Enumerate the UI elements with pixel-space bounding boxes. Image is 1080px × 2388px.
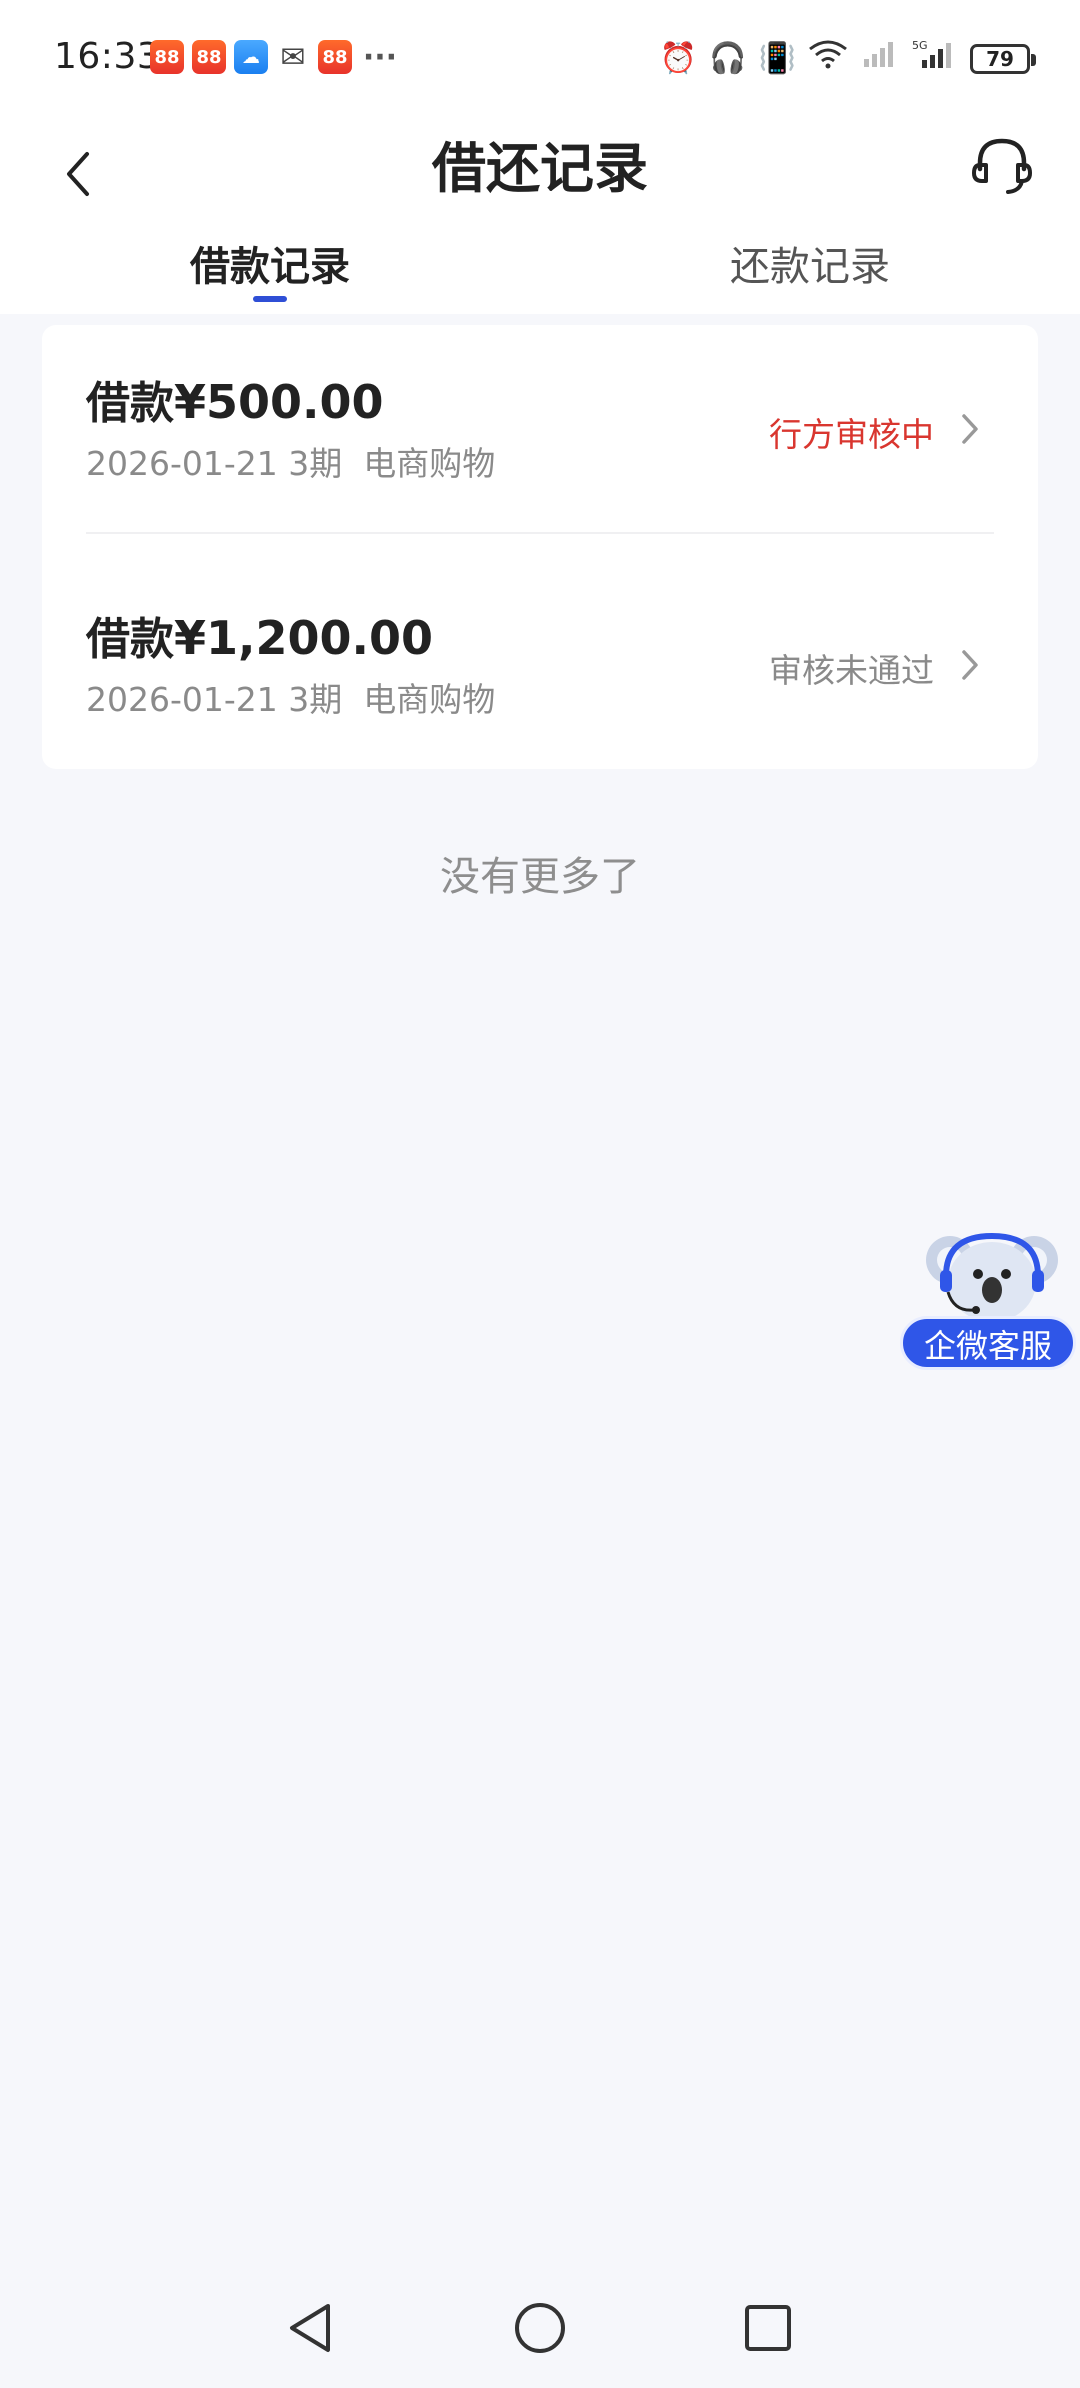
floating-service-button[interactable]: 企微客服 [898, 1220, 1080, 1370]
record-amount: 借款¥1,200.00 [86, 603, 433, 667]
nav-recents-button[interactable] [728, 2288, 808, 2368]
nav-home-button[interactable] [500, 2288, 580, 2368]
list-item[interactable]: 借款¥1,200.00 2026-01-21 3期 电商购物 审核未通过 [42, 561, 1038, 783]
tab-repay-records[interactable]: 还款记录 [660, 234, 960, 292]
notification-icons: 88 88 ☁ ✉ 88 ··· [150, 39, 400, 75]
list-end-text: 没有更多了 [440, 854, 640, 900]
status-badge: 审核未通过 [769, 651, 934, 690]
status-badge: 行方审核中 [769, 415, 934, 454]
record-amount-value: ¥1,200.00 [174, 611, 433, 665]
record-amount-value: ¥500.00 [174, 375, 384, 429]
app-88-icon: 88 [318, 40, 352, 74]
weather-icon: ☁ [234, 40, 268, 74]
wifi-icon [808, 39, 848, 78]
signal-5g-icon: 5G [912, 38, 958, 79]
circle-home-icon [515, 2303, 565, 2353]
svg-text:5G: 5G [912, 39, 928, 52]
headphones-icon: 🎧 [709, 40, 747, 76]
battery-icon: 79 [970, 43, 1036, 74]
chevron-right-icon [952, 407, 988, 451]
triangle-back-icon [290, 2304, 330, 2352]
system-icons: ⏰ 🎧 📳 5G 79 [659, 38, 1036, 79]
status-time: 16:33 [54, 36, 161, 77]
vibrate-icon: 📳 [758, 40, 796, 76]
divider [86, 532, 994, 534]
record-amount: 借款¥500.00 [86, 367, 384, 431]
record-title-prefix: 借款 [86, 614, 174, 665]
page-title: 借还记录 [432, 137, 648, 200]
app-88-icon: 88 [192, 40, 226, 74]
status-bar: 16:33 88 88 ☁ ✉ 88 ··· ⏰ 🎧 📳 5G 79 [0, 0, 1080, 118]
record-tabs: 借款记录 还款记录 [0, 228, 1080, 314]
header: 借还记录 借款记录 还款记录 [0, 118, 1080, 314]
signal-icon [860, 39, 900, 78]
nav-back-button[interactable] [270, 2288, 350, 2368]
record-title-prefix: 借款 [86, 378, 174, 429]
more-notifications-icon: ··· [362, 39, 398, 75]
app-88-icon: 88 [150, 40, 184, 74]
headset-icon [972, 138, 1032, 194]
system-nav-bar [0, 2268, 1080, 2388]
tab-indicator [253, 296, 287, 302]
record-meta: 2026-01-21 3期 电商购物 [86, 680, 496, 719]
square-recents-icon [745, 2305, 791, 2351]
chevron-right-icon [952, 643, 988, 687]
wechat-icon: ✉ [280, 39, 306, 75]
record-meta: 2026-01-21 3期 电商购物 [86, 444, 496, 483]
list-item[interactable]: 借款¥500.00 2026-01-21 3期 电商购物 行方审核中 [42, 325, 1038, 547]
float-service-label: 企微客服 [900, 1316, 1076, 1370]
customer-service-button[interactable] [962, 126, 1042, 206]
tab-borrow-records[interactable]: 借款记录 [120, 234, 420, 292]
alarm-icon: ⏰ [659, 40, 698, 76]
records-card: 借款¥500.00 2026-01-21 3期 电商购物 行方审核中 借款¥1,… [42, 325, 1038, 769]
